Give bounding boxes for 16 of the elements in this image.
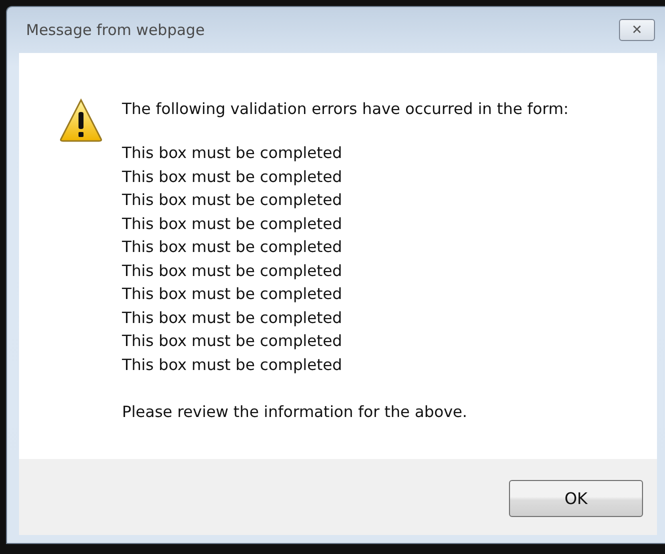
- error-line: This box must be completed: [122, 237, 344, 258]
- error-line: This box must be completed: [122, 260, 344, 282]
- ok-button[interactable]: OK: [509, 480, 643, 516]
- error-line: This box must be completed: [122, 331, 344, 352]
- warning-icon: [59, 97, 103, 143]
- error-line: This box must be completed: [122, 308, 344, 328]
- error-line: This box must be completed: [122, 166, 344, 188]
- window-title: Message from webpage: [26, 21, 205, 39]
- error-line: This box must be completed: [122, 284, 344, 305]
- message-heading: The following validation errors have occurred in the form:: [122, 99, 569, 120]
- error-line: This box must be completed: [122, 190, 344, 211]
- error-line: This box must be completed: [122, 214, 344, 234]
- error-line: This box must be completed: [122, 354, 344, 376]
- error-line: This box must be completed: [122, 143, 344, 164]
- message-footer: Please review the information for the above.: [122, 401, 569, 423]
- close-button[interactable]: ✕: [619, 19, 655, 41]
